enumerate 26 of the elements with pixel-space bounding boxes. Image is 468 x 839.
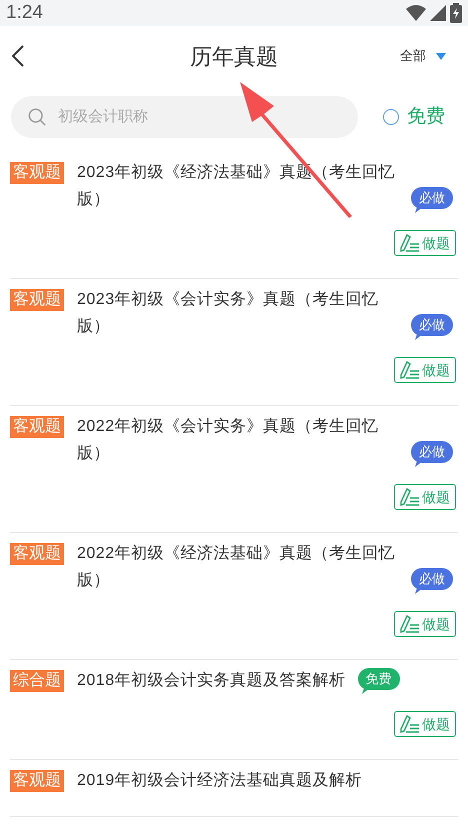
search-bar[interactable]: 初级会计职称	[11, 96, 358, 138]
status-time: 1:24	[6, 0, 43, 25]
question-type-tag: 客观题	[10, 543, 64, 565]
page-title: 历年真题	[190, 42, 278, 70]
pencil-icon	[400, 715, 420, 733]
pencil-icon	[400, 361, 420, 379]
search-field[interactable]: 初级会计职称	[58, 106, 341, 128]
dropdown-arrow-icon	[436, 52, 446, 60]
pencil-icon	[400, 615, 420, 633]
pencil-icon	[400, 234, 420, 252]
exam-title[interactable]: 2023年初级《会计实务》真题（考生回忆版）	[77, 286, 399, 340]
question-type-tag: 客观题	[10, 289, 64, 311]
search-icon	[28, 107, 46, 127]
pencil-icon	[400, 488, 420, 506]
exam-title[interactable]: 2022年初级《会计实务》真题（考生回忆版）	[77, 413, 399, 467]
exam-title[interactable]: 2019年初级会计经济法基础真题及解析	[77, 767, 362, 794]
question-type-tag: 客观题	[10, 416, 64, 438]
signal-icon	[430, 5, 446, 21]
wifi-icon	[406, 5, 426, 21]
exam-title[interactable]: 2018年初级会计实务真题及答案解析	[77, 667, 346, 694]
battery-icon	[450, 3, 462, 23]
question-type-tag: 客观题	[10, 770, 64, 792]
exam-title[interactable]: 2022年初级《经济法基础》真题（考生回忆版）	[77, 540, 399, 594]
question-type-tag: 综合题	[10, 670, 64, 692]
question-type-tag: 客观题	[10, 162, 64, 184]
filter-dropdown[interactable]: 全部	[400, 46, 446, 66]
